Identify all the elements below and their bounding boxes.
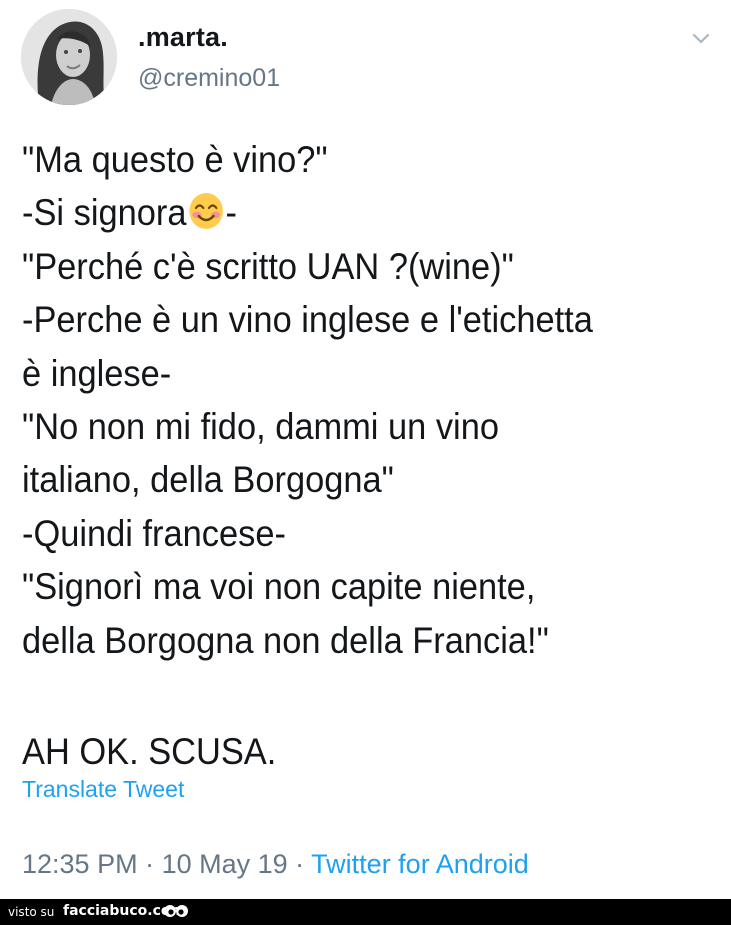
- tweet-line: -Perche è un vino inglese e l'etichetta: [22, 299, 593, 341]
- tweet-line: -Quindi francese-: [22, 512, 286, 554]
- tweet-line: è inglese-: [22, 352, 172, 394]
- tweet-line: -Si signora -: [22, 186, 664, 239]
- tweet-source-link[interactable]: Twitter for Android: [311, 849, 529, 879]
- tweet-line: della Borgogna non della Francia!": [22, 619, 549, 661]
- meta-separator: ·: [137, 849, 162, 879]
- tweet-date[interactable]: 10 May 19: [162, 849, 288, 879]
- tweet-line: "Signorì ma voi non capite niente,: [22, 566, 536, 608]
- eyes-logo-icon: [164, 905, 188, 917]
- tweet-line: italiano, della Borgogna": [22, 459, 394, 501]
- tweet-time[interactable]: 12:35 PM: [22, 849, 138, 879]
- display-name[interactable]: .marta.: [138, 22, 228, 53]
- tweet-line: AH OK. SCUSA.: [22, 731, 277, 773]
- tweet-line-text: -: [225, 192, 238, 234]
- avatar[interactable]: [21, 9, 117, 105]
- user-handle[interactable]: @cremino01: [138, 64, 280, 93]
- tweet-line: "No non mi fido, dammi un vino: [22, 405, 499, 447]
- tweet-line: "Perché c'è scritto UAN ?(wine)": [22, 245, 514, 287]
- avatar-photo: [21, 9, 117, 105]
- meta-separator: ·: [287, 849, 312, 879]
- translate-tweet-link[interactable]: Translate Tweet: [22, 776, 184, 803]
- tweet-line: "Ma questo è vino?": [22, 139, 328, 180]
- watermark-bar: visto su facciabuco.com: [0, 899, 731, 925]
- smiling-face-with-smiling-eyes-icon: [189, 193, 223, 230]
- tweet-meta: 12:35 PM · 10 May 19 · Twitter for Andro…: [22, 849, 529, 880]
- tweet-line-text: -Si signora: [22, 192, 187, 234]
- chevron-down-icon[interactable]: [690, 27, 712, 49]
- watermark-visto-su: visto su: [8, 905, 55, 919]
- tweet-text: "Ma questo è vino?" -Si signora - "Perch…: [22, 133, 664, 779]
